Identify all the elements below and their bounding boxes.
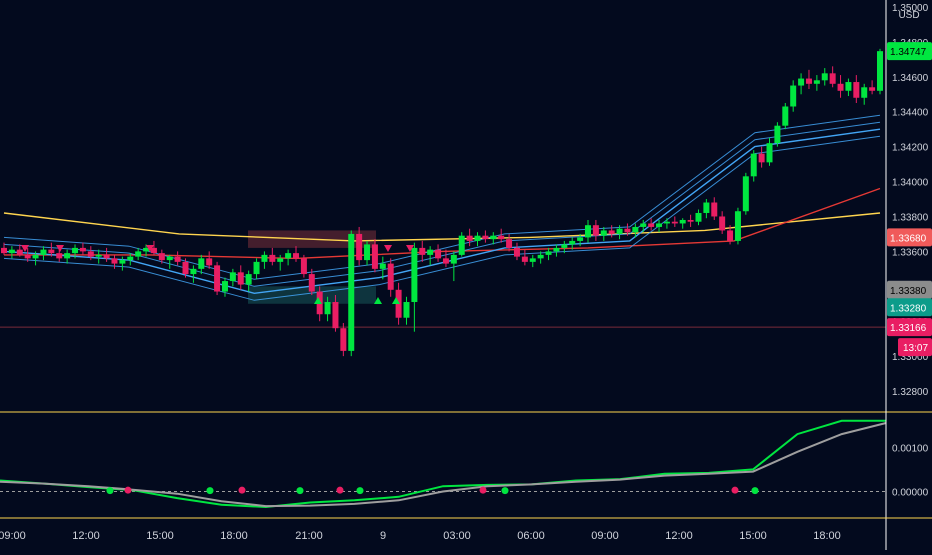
- price-tick-label: 1.34600: [892, 73, 929, 84]
- oscillator-cross-down-dot: [238, 486, 246, 494]
- time-tick-label: 15:00: [146, 530, 174, 542]
- price-tick-label: 1.33800: [892, 212, 929, 223]
- candle[interactable]: [348, 230, 355, 357]
- oscillator-cross-down-dot: [336, 486, 344, 494]
- time-tick-label: 06:00: [517, 530, 545, 542]
- oscillator-tick-label: 0.00000: [892, 488, 929, 499]
- price-badge-label: 1.34747: [890, 47, 927, 58]
- price-tick-label: 1.35000: [892, 3, 929, 14]
- time-tick-label: 9: [380, 530, 386, 542]
- oscillator-tick-label: 0.00100: [892, 443, 929, 454]
- oscillator-cross-up-dot: [296, 487, 304, 495]
- price-tick-label: 1.33600: [892, 247, 929, 258]
- time-tick-label: 18:00: [813, 530, 841, 542]
- price-tick-label: 1.34400: [892, 108, 929, 119]
- trading-chart[interactable]: 0.001000.00000 USD 1.350001.348001.34600…: [0, 0, 932, 550]
- time-tick-label: 09:00: [0, 530, 26, 542]
- candle[interactable]: [782, 103, 789, 130]
- time-tick-label: 21:00: [295, 530, 323, 542]
- price-badge: 1.34747: [887, 42, 932, 61]
- price-badge: 1.33280: [887, 298, 932, 317]
- oscillator-cross-up-dot: [206, 487, 214, 495]
- chart-canvas[interactable]: 0.001000.00000 USD 1.350001.348001.34600…: [0, 0, 932, 550]
- price-badge: 1.33380: [887, 280, 932, 299]
- time-tick-label: 12:00: [72, 530, 100, 542]
- time-tick-label: 18:00: [220, 530, 248, 542]
- oscillator-cross-up-dot: [356, 487, 364, 495]
- candle[interactable]: [742, 172, 749, 215]
- oscillator-cross-up-dot: [751, 487, 759, 495]
- chart-background: [0, 0, 932, 550]
- candle[interactable]: [214, 261, 221, 296]
- oscillator-cross-up-dot: [106, 487, 114, 495]
- countdown-label: 13:07: [903, 343, 928, 354]
- price-badge: 1.33166: [887, 318, 932, 337]
- time-tick-label: 03:00: [443, 530, 471, 542]
- price-tick-label: 1.34000: [892, 178, 929, 189]
- time-tick-label: 15:00: [739, 530, 767, 542]
- candle[interactable]: [734, 207, 741, 245]
- oscillator-cross-down-dot: [731, 486, 739, 494]
- price-badge-label: 1.33680: [890, 233, 927, 244]
- candle[interactable]: [877, 48, 883, 95]
- time-tick-label: 09:00: [591, 530, 619, 542]
- price-tick-label: 1.34200: [892, 143, 929, 154]
- price-badge-label: 1.33166: [890, 323, 927, 334]
- oscillator-cross-up-dot: [501, 487, 509, 495]
- oscillator-cross-down-dot: [124, 486, 132, 494]
- oscillator-cross-down-dot: [479, 486, 487, 494]
- price-tick-label: 1.32800: [892, 387, 929, 398]
- countdown-badge: 13:07: [898, 338, 932, 357]
- candle[interactable]: [774, 122, 781, 147]
- price-badge: 1.33680: [887, 228, 932, 247]
- price-badge-label: 1.33280: [890, 303, 927, 314]
- price-badge-label: 1.33380: [890, 286, 927, 297]
- candle[interactable]: [458, 232, 465, 257]
- time-tick-label: 12:00: [665, 530, 693, 542]
